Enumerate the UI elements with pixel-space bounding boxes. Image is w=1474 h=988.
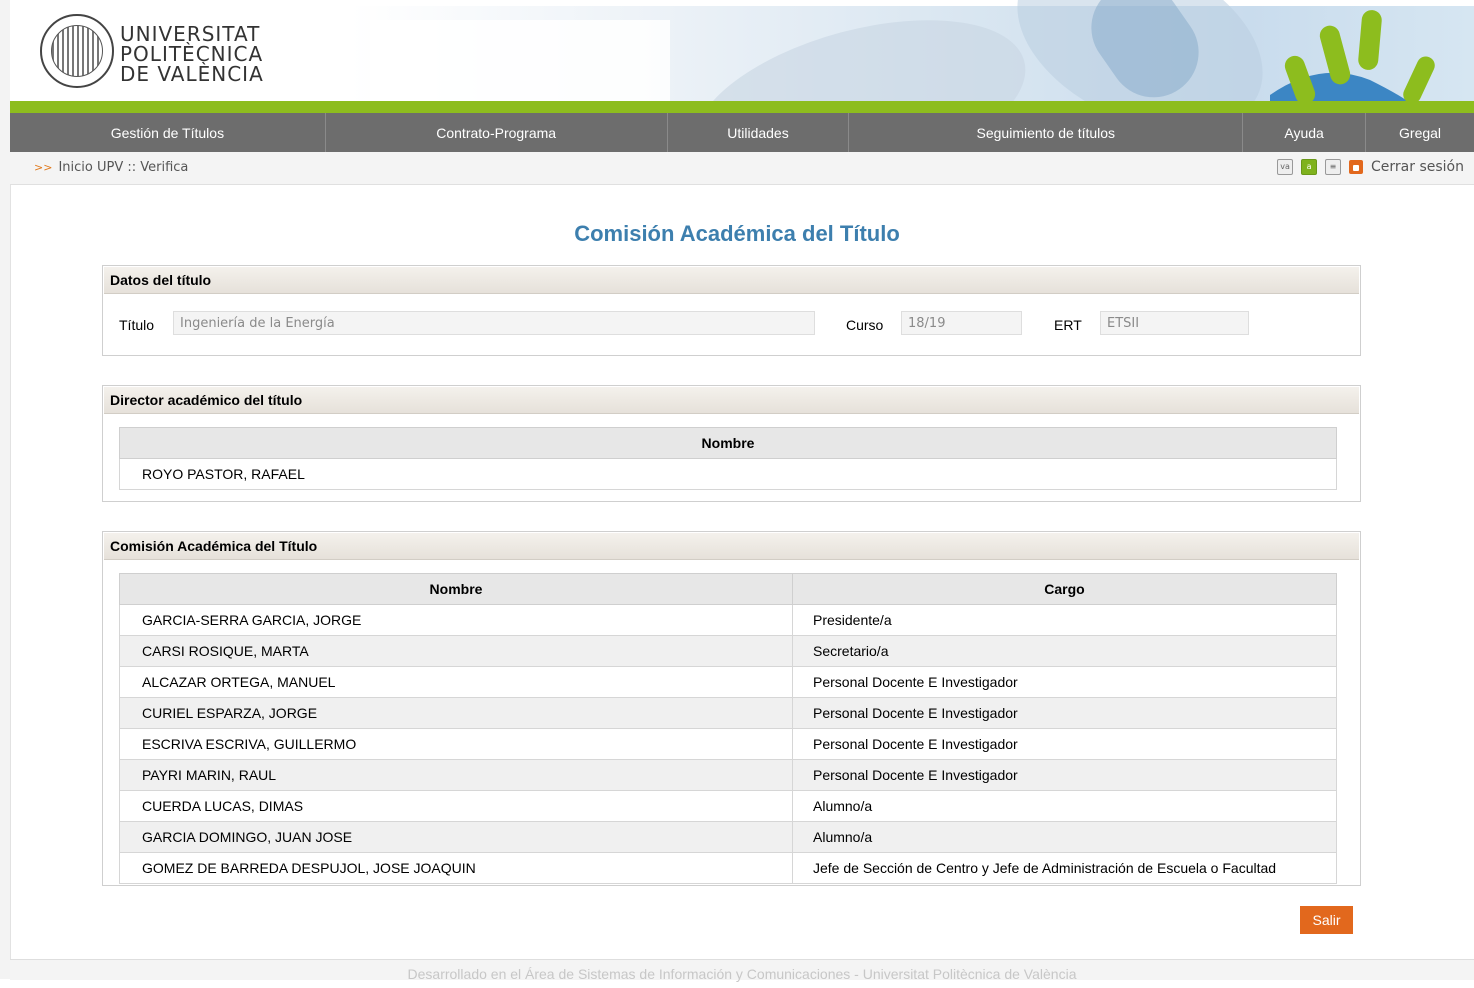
breadcrumb-bar: >> Inicio UPV :: Verifica va a ≡ Cerrar s…	[10, 152, 1474, 185]
cargo-cell: Secretario/a	[792, 635, 1337, 667]
comision-table: Nombre Cargo GARCIA-SERRA GARCIA, JORGE P…	[119, 573, 1337, 884]
site-header: UNIVERSITAT POLITÈCNICA DE VALÈNCIA	[10, 0, 1474, 103]
nav-ayuda[interactable]: Ayuda	[1243, 113, 1367, 152]
footer: Desarrollado en el Área de Sistemas de I…	[10, 959, 1474, 982]
nav-utilidades[interactable]: Utilidades	[668, 113, 850, 152]
nombre-cell: PAYRI MARIN, RAUL	[119, 759, 793, 791]
curso-field[interactable]: 18/19	[901, 311, 1022, 335]
cargo-cell: Jefe de Sección de Centro y Jefe de Admi…	[792, 852, 1337, 884]
breadcrumb-arrows-icon: >>	[34, 161, 53, 174]
cargo-cell: Personal Docente E Investigador	[792, 697, 1337, 729]
nombre-cell: ALCAZAR ORTEGA, MANUEL	[119, 666, 793, 698]
director-name-cell: ROYO PASTOR, RAFAEL	[119, 458, 1337, 490]
table-row: CUERDA LUCAS, DIMAS Alumno/a	[119, 790, 1337, 822]
seal-icon	[51, 25, 103, 77]
table-row: ESCRIVA ESCRIVA, GUILLERMO Personal Docen…	[119, 728, 1337, 760]
director-panel: Director académico del título Nombre ROY…	[102, 385, 1361, 502]
table-row: GARCIA DOMINGO, JUAN JOSE Alumno/a	[119, 821, 1337, 853]
datos-titulo-panel: Datos del título Título Ingeniería de la…	[102, 265, 1361, 356]
language-va-icon[interactable]: va	[1277, 159, 1294, 175]
table-row: CARSI ROSIQUE, MARTA Secretario/a	[119, 635, 1337, 667]
page-title: Comisión Académica del Título	[574, 221, 900, 246]
panel-heading: Datos del título	[104, 267, 1359, 294]
banner-shape	[370, 20, 670, 102]
ert-label: ERT	[1054, 317, 1082, 333]
nombre-cell: ESCRIVA ESCRIVA, GUILLERMO	[119, 728, 793, 760]
cargo-cell: Alumno/a	[792, 790, 1337, 822]
titulo-label: Título	[119, 317, 155, 333]
cargo-cell: Presidente/a	[792, 604, 1337, 636]
nombre-cell: CARSI ROSIQUE, MARTA	[119, 635, 793, 667]
upv-seal-logo[interactable]	[40, 14, 114, 88]
column-header: Nombre	[119, 427, 1337, 459]
accent-bar	[10, 101, 1474, 113]
university-name: UNIVERSITAT POLITÈCNICA DE VALÈNCIA	[120, 24, 264, 84]
toolbar: va a ≡ Cerrar sesión	[1277, 159, 1464, 175]
breadcrumb: >> Inicio UPV :: Verifica	[34, 160, 188, 175]
nombre-cell: GOMEZ DE BARREDA DESPUJOL, JOSE JOAQUIN	[119, 852, 793, 884]
cargo-cell: Personal Docente E Investigador	[792, 666, 1337, 698]
accessibility-a-icon[interactable]: a	[1301, 159, 1318, 175]
university-name-line: POLITÈCNICA	[120, 42, 264, 66]
nav-contrato-programa[interactable]: Contrato-Programa	[326, 113, 668, 152]
salir-button[interactable]: Salir	[1300, 906, 1353, 934]
university-name-line: DE VALÈNCIA	[120, 62, 264, 86]
director-table: Nombre ROYO PASTOR, RAFAEL	[119, 427, 1337, 490]
comision-panel: Comisión Académica del Título Nombre Car…	[102, 531, 1361, 886]
breadcrumb-link[interactable]: Inicio UPV :: Verifica	[58, 160, 188, 175]
nav-gregal[interactable]: Gregal	[1366, 113, 1474, 152]
nombre-cell: CUERDA LUCAS, DIMAS	[119, 790, 793, 822]
table-row: ALCAZAR ORTEGA, MANUEL Personal Docente E…	[119, 666, 1337, 698]
titulo-field[interactable]: Ingeniería de la Energía	[173, 311, 815, 335]
panel-heading: Comisión Académica del Título	[104, 533, 1359, 560]
table-row: GOMEZ DE BARREDA DESPUJOL, JOSE JOAQUIN J…	[119, 852, 1337, 884]
table-row: CURIEL ESPARZA, JORGE Personal Docente E …	[119, 697, 1337, 729]
nombre-cell: GARCIA DOMINGO, JUAN JOSE	[119, 821, 793, 853]
print-icon[interactable]: ≡	[1325, 159, 1342, 175]
main-nav: Gestión de Títulos Contrato-Programa Uti…	[10, 113, 1474, 152]
table-row: GARCIA-SERRA GARCIA, JORGE Presidente/a	[119, 604, 1337, 636]
cargo-cell: Alumno/a	[792, 821, 1337, 853]
panel-heading: Director académico del título	[104, 387, 1359, 414]
ert-field[interactable]: ETSII	[1100, 311, 1249, 335]
nombre-cell: CURIEL ESPARZA, JORGE	[119, 697, 793, 729]
column-header: Cargo	[792, 573, 1337, 605]
hand-logo-icon	[1270, 10, 1435, 103]
nav-gestion-titulos[interactable]: Gestión de Títulos	[10, 113, 326, 152]
nav-seguimiento-titulos[interactable]: Seguimiento de títulos	[849, 113, 1244, 152]
nombre-cell: GARCIA-SERRA GARCIA, JORGE	[119, 604, 793, 636]
table-row: PAYRI MARIN, RAUL Personal Docente E Inve…	[119, 759, 1337, 791]
cargo-cell: Personal Docente E Investigador	[792, 728, 1337, 760]
curso-label: Curso	[846, 317, 884, 333]
logout-link[interactable]: Cerrar sesión	[1371, 159, 1464, 175]
university-name-line: UNIVERSITAT	[120, 22, 261, 46]
column-header: Nombre	[119, 573, 793, 605]
lock-icon[interactable]	[1349, 160, 1364, 174]
cargo-cell: Personal Docente E Investigador	[792, 759, 1337, 791]
